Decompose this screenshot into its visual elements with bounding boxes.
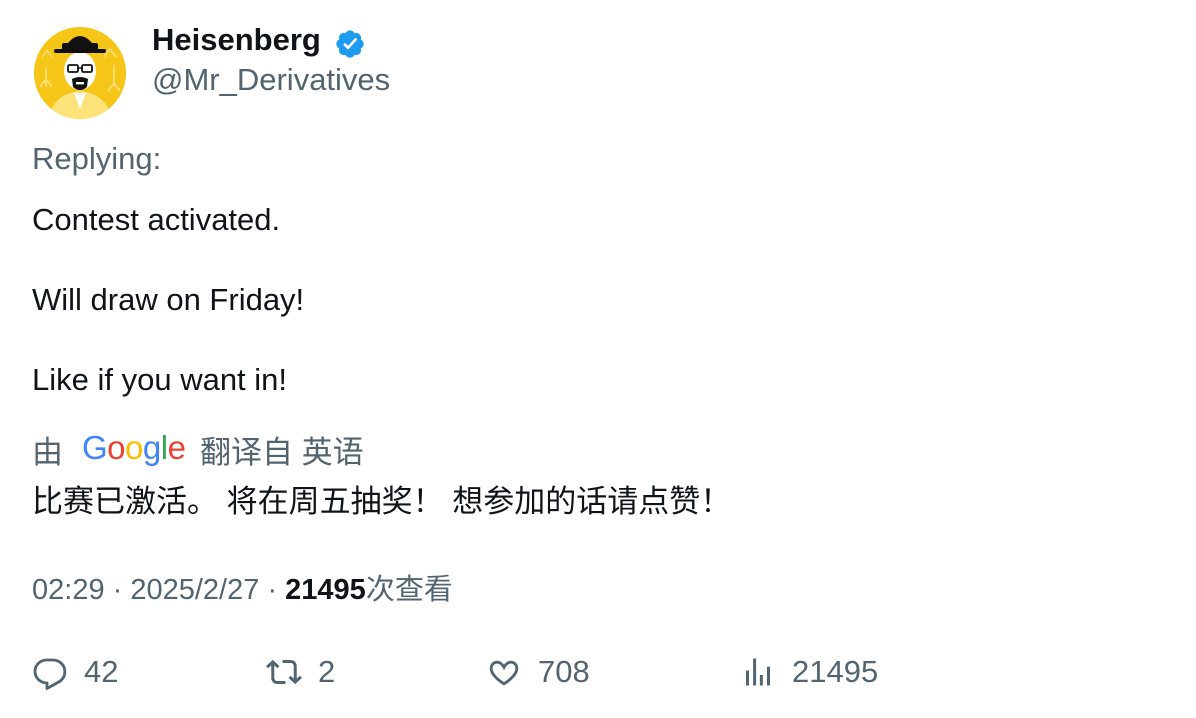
- meta-separator: ·: [112, 574, 131, 606]
- views-count: 21495: [285, 574, 366, 606]
- verified-badge-icon[interactable]: [334, 28, 366, 60]
- reply-icon: [33, 658, 67, 690]
- retweet-button[interactable]: 2: [266, 650, 335, 694]
- meta-separator: ·: [267, 574, 286, 606]
- views-button[interactable]: 21495: [740, 650, 878, 694]
- tweet-date[interactable]: 2025/2/27: [130, 574, 259, 606]
- tweet-meta: 02:29 · 2025/2/27 · 21495次查看: [32, 566, 453, 608]
- replying-label: Replying:: [32, 141, 162, 176]
- heart-icon: [489, 660, 519, 686]
- retweet-icon: [266, 659, 302, 685]
- tweet-card: Heisenberg @Mr_Derivatives Replying: Con…: [0, 0, 1196, 718]
- author-display-name[interactable]: Heisenberg: [152, 22, 321, 58]
- tweet-text-line: Will draw on Friday!: [32, 282, 305, 317]
- reply-button[interactable]: 42: [32, 650, 118, 694]
- google-logo-icon: Google: [82, 429, 186, 466]
- like-count: 708: [538, 654, 590, 689]
- views-label: 次查看: [365, 574, 453, 606]
- reply-count: 42: [84, 654, 119, 689]
- heisenberg-avatar-icon: [34, 27, 126, 119]
- views-action-count: 21495: [792, 654, 879, 689]
- translated-by-label: 由: [32, 435, 63, 470]
- tweet-time[interactable]: 02:29: [32, 574, 105, 606]
- tweet-text-line: Like if you want in!: [32, 362, 288, 397]
- translated-text: 比赛已激活。 将在周五抽奖！ 想参加的话请点赞！: [32, 484, 732, 519]
- analytics-icon: [746, 658, 770, 686]
- avatar[interactable]: [34, 27, 126, 119]
- author-handle[interactable]: @Mr_Derivatives: [152, 62, 390, 98]
- translated-from-label: 翻译自 英语: [200, 435, 364, 470]
- retweet-count: 2: [318, 654, 336, 689]
- like-button[interactable]: 708: [486, 650, 590, 694]
- tweet-text-line: Contest activated.: [32, 202, 281, 237]
